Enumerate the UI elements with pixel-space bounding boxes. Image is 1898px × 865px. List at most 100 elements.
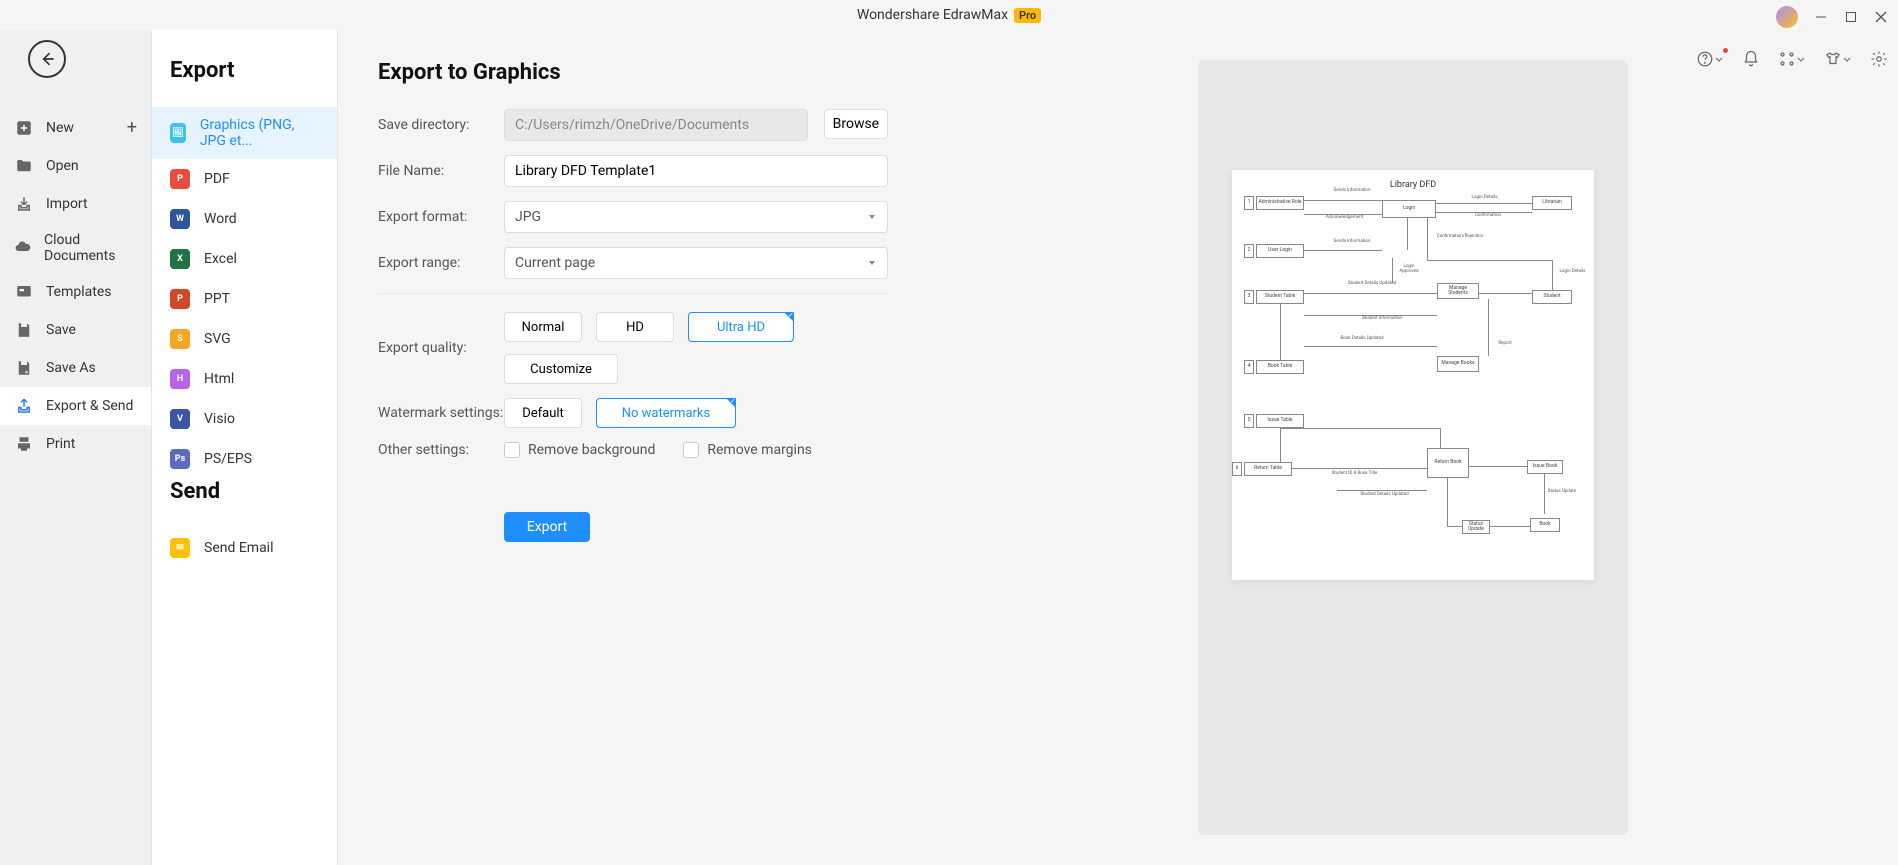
nav-save[interactable]: Save bbox=[0, 311, 151, 349]
export-graphics[interactable]: 🖼Graphics (PNG, JPG et... bbox=[152, 107, 337, 159]
nav-label: Open bbox=[46, 158, 79, 174]
export-heading: Export bbox=[152, 58, 337, 107]
preview-page: Library DFD 1 Administrative Role Login … bbox=[1232, 170, 1594, 580]
send-email[interactable]: ✉Send Email bbox=[152, 528, 337, 568]
import-icon bbox=[14, 194, 34, 214]
export-ps[interactable]: PsPS/EPS bbox=[152, 439, 337, 479]
diagram-line bbox=[1304, 346, 1437, 347]
close-button[interactable] bbox=[1874, 10, 1888, 24]
remove-bg-checkbox[interactable]: Remove background bbox=[504, 442, 655, 458]
export-type-label: Graphics (PNG, JPG et... bbox=[200, 117, 319, 149]
send-heading: Send bbox=[152, 479, 337, 528]
export-type-label: SVG bbox=[204, 331, 231, 347]
format-select[interactable]: JPG bbox=[504, 201, 888, 233]
diagram-label: Student Details Updated bbox=[1357, 493, 1412, 498]
nav-import[interactable]: Import bbox=[0, 185, 151, 223]
watermark-none-label: No watermarks bbox=[622, 406, 710, 421]
shirt-icon[interactable] bbox=[1824, 50, 1852, 68]
diagram-line bbox=[1292, 468, 1427, 469]
format-label: Export format: bbox=[378, 209, 504, 225]
quality-ultra-hd[interactable]: Ultra HD bbox=[688, 312, 794, 342]
export-type-label: Html bbox=[204, 371, 234, 387]
export-pdf[interactable]: P PDF bbox=[152, 159, 337, 199]
plus-icon[interactable]: + bbox=[127, 117, 137, 138]
diagram-label: Student ID & Book Title bbox=[1327, 472, 1382, 477]
diagram-box: 4 bbox=[1244, 360, 1254, 374]
grid-icon[interactable] bbox=[1778, 50, 1806, 68]
diagram-box: 3 bbox=[1244, 290, 1254, 304]
diagram-line bbox=[1447, 478, 1448, 526]
watermark-none[interactable]: No watermarks bbox=[596, 398, 736, 428]
nav-label: Import bbox=[46, 196, 88, 212]
nav-open[interactable]: Open bbox=[0, 147, 151, 185]
diagram-line bbox=[1440, 428, 1441, 448]
bell-icon[interactable] bbox=[1742, 50, 1760, 68]
nav-save-as[interactable]: Save As bbox=[0, 349, 151, 387]
diagram-box: Manage Books bbox=[1437, 356, 1479, 372]
diagram-line bbox=[1436, 203, 1532, 204]
diagram-box: User Login bbox=[1256, 244, 1304, 258]
gear-icon[interactable] bbox=[1870, 50, 1888, 68]
export-ppt[interactable]: PPPT bbox=[152, 279, 337, 319]
format-value: JPG bbox=[515, 209, 541, 225]
save-icon bbox=[14, 320, 34, 340]
nav-export-send[interactable]: Export & Send bbox=[0, 387, 151, 425]
export-type-label: Excel bbox=[204, 251, 237, 267]
maximize-button[interactable] bbox=[1844, 10, 1858, 24]
quality-hd[interactable]: HD bbox=[596, 312, 674, 342]
nav-label: Print bbox=[46, 436, 75, 452]
diagram-box: 1 bbox=[1244, 196, 1254, 210]
file-name-input[interactable] bbox=[504, 155, 888, 187]
diagram-box: 5 bbox=[1244, 414, 1254, 428]
nav-cloud[interactable]: Cloud Documents bbox=[0, 223, 151, 273]
other-label: Other settings: bbox=[378, 442, 504, 458]
diagram-box: Book bbox=[1530, 518, 1560, 532]
diagram-line bbox=[1427, 218, 1428, 260]
nav-templates[interactable]: Templates bbox=[0, 273, 151, 311]
remove-margins-checkbox[interactable]: Remove margins bbox=[683, 442, 812, 458]
mail-icon: ✉ bbox=[170, 538, 190, 558]
range-select[interactable]: Current page bbox=[504, 247, 888, 279]
folder-icon bbox=[14, 156, 34, 176]
checkbox-icon bbox=[683, 442, 699, 458]
diagram-label: Confirmation bbox=[1468, 214, 1508, 219]
nav-print[interactable]: Print bbox=[0, 425, 151, 463]
diagram-label: Status Update bbox=[1547, 490, 1577, 495]
preview-container: Library DFD 1 Administrative Role Login … bbox=[1198, 60, 1628, 835]
browse-button[interactable]: Browse bbox=[824, 109, 888, 139]
export-icon bbox=[14, 396, 34, 416]
diagram-box: Book Table bbox=[1256, 360, 1304, 374]
export-html[interactable]: H Html bbox=[152, 359, 337, 399]
ppt-icon: P bbox=[170, 289, 190, 309]
export-type-label: PDF bbox=[204, 171, 230, 187]
nav-label: New bbox=[46, 120, 74, 136]
html-icon: H bbox=[170, 369, 190, 389]
diagram-box: 2 bbox=[1244, 244, 1254, 258]
minimize-button[interactable] bbox=[1814, 10, 1828, 24]
diagram-box: Librarian bbox=[1532, 196, 1572, 210]
quality-label: Export quality: bbox=[378, 340, 504, 356]
diagram-label: Book Details Updated bbox=[1322, 337, 1402, 342]
nav-new[interactable]: New + bbox=[0, 108, 151, 147]
quality-normal[interactable]: Normal bbox=[504, 312, 582, 342]
diagram-box: Issue Book bbox=[1527, 460, 1563, 474]
excel-icon: X bbox=[170, 249, 190, 269]
export-svg[interactable]: SSVG bbox=[152, 319, 337, 359]
export-excel[interactable]: X Excel bbox=[152, 239, 337, 279]
diagram-box: Administrative Role bbox=[1256, 196, 1304, 210]
export-button[interactable]: Export bbox=[504, 512, 590, 542]
export-visio[interactable]: VVisio bbox=[152, 399, 337, 439]
avatar[interactable] bbox=[1776, 6, 1798, 28]
watermark-default[interactable]: Default bbox=[504, 398, 582, 428]
diagram-label: Sends Information bbox=[1327, 189, 1377, 194]
divider bbox=[378, 293, 888, 294]
back-button[interactable] bbox=[28, 40, 66, 78]
help-icon[interactable] bbox=[1696, 50, 1724, 68]
pdf-icon: P bbox=[170, 169, 190, 189]
diagram-line bbox=[1407, 218, 1408, 250]
diagram-line bbox=[1488, 299, 1489, 356]
customize-button[interactable]: Customize bbox=[504, 354, 618, 384]
diagram-line bbox=[1304, 250, 1382, 251]
export-word[interactable]: WWord bbox=[152, 199, 337, 239]
diagram-line bbox=[1469, 466, 1527, 467]
